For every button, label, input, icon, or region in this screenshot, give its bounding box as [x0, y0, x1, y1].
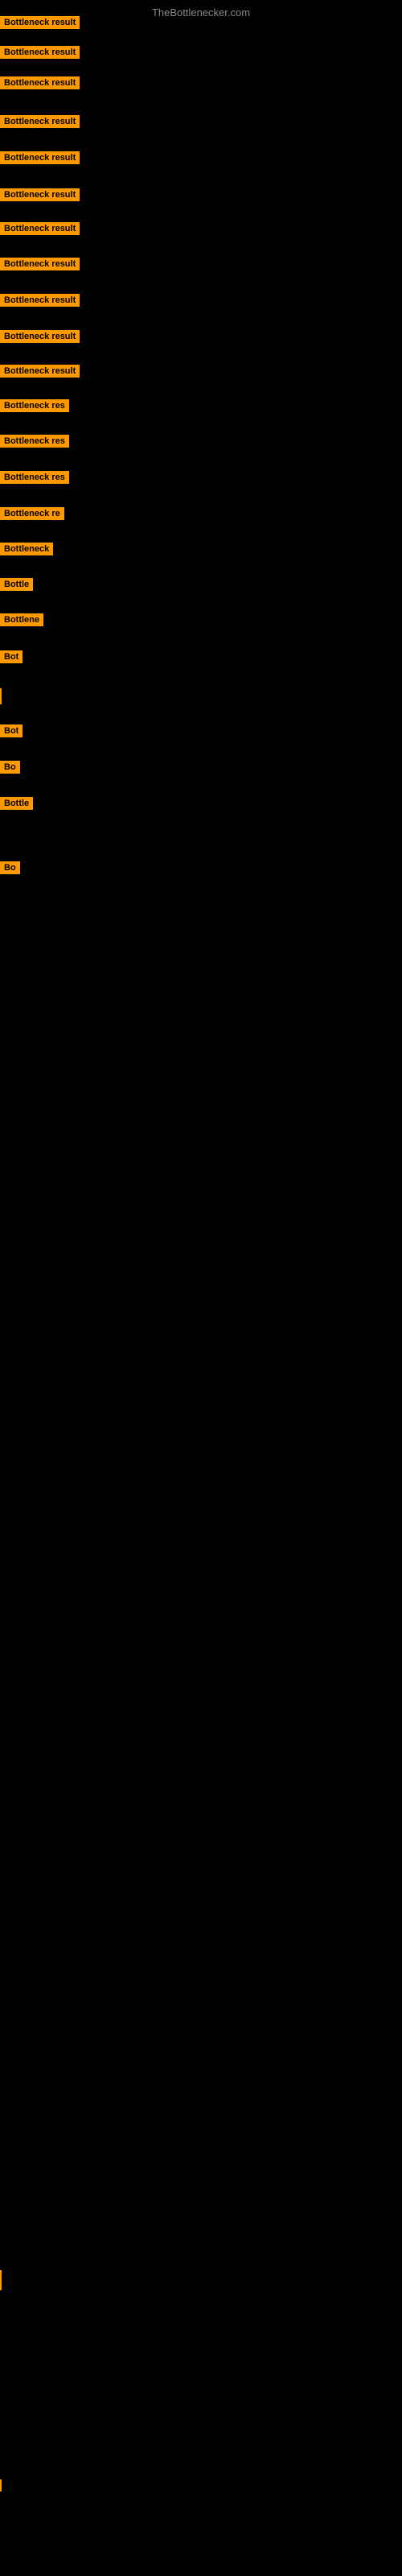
badge-22: Bottle — [0, 797, 33, 810]
badge-23: Bo — [0, 861, 20, 874]
badge-10: Bottleneck result — [0, 330, 80, 343]
badge-11: Bottleneck result — [0, 365, 80, 378]
badge-5: Bottleneck result — [0, 151, 80, 164]
badge-14: Bottleneck res — [0, 471, 69, 484]
badge-2: Bottleneck result — [0, 46, 80, 59]
line-3 — [0, 2479, 2, 2491]
badge-12: Bottleneck res — [0, 399, 69, 412]
badge-21: Bo — [0, 761, 20, 774]
badge-16: Bottleneck — [0, 543, 53, 555]
badge-19: Bot — [0, 650, 23, 663]
badge-9: Bottleneck result — [0, 294, 80, 307]
badge-8: Bottleneck result — [0, 258, 80, 270]
badge-13: Bottleneck res — [0, 435, 69, 448]
badge-6: Bottleneck result — [0, 188, 80, 201]
badge-3: Bottleneck result — [0, 76, 80, 89]
badge-20: Bot — [0, 724, 23, 737]
badge-4: Bottleneck result — [0, 115, 80, 128]
line-2 — [0, 2270, 2, 2290]
line-1 — [0, 688, 2, 704]
badge-18: Bottlene — [0, 613, 43, 626]
badge-7: Bottleneck result — [0, 222, 80, 235]
badge-15: Bottleneck re — [0, 507, 64, 520]
badge-1: Bottleneck result — [0, 16, 80, 29]
badge-17: Bottle — [0, 578, 33, 591]
